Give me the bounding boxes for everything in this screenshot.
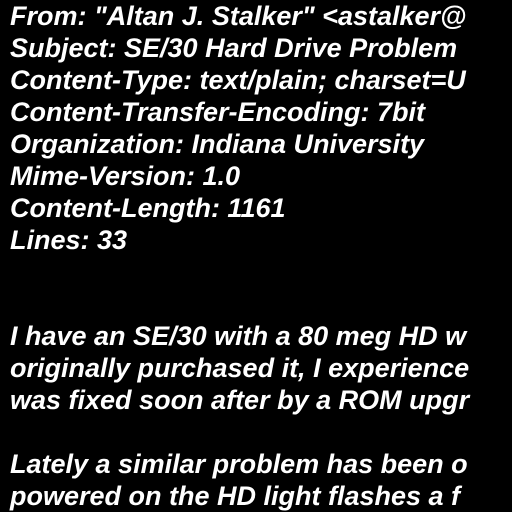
body-line-2: originally purchased it, I experience bbox=[10, 353, 470, 383]
header-subject: Subject: SE/30 Hard Drive Problem bbox=[10, 33, 458, 63]
header-content-transfer-encoding: Content-Transfer-Encoding: 7bit bbox=[10, 97, 425, 127]
body-line-3: was fixed soon after by a ROM upgr bbox=[10, 385, 470, 415]
header-from: From: "Altan J. Stalker" <astalker@ bbox=[10, 1, 467, 31]
header-organization: Organization: Indiana University bbox=[10, 129, 425, 159]
header-lines: Lines: 33 bbox=[10, 225, 128, 255]
email-document: From: "Altan J. Stalker" <astalker@ Subj… bbox=[0, 0, 512, 512]
body-line-1: I have an SE/30 with a 80 meg HD w bbox=[10, 321, 467, 351]
header-mime-version: Mime-Version: 1.0 bbox=[10, 161, 241, 191]
body-line-4: Lately a similar problem has been o bbox=[10, 449, 468, 479]
body-line-5: powered on the HD light flashes a f bbox=[10, 481, 461, 511]
header-content-type: Content-Type: text/plain; charset=U bbox=[10, 65, 466, 95]
header-content-length: Content-Length: 1161 bbox=[10, 193, 286, 223]
